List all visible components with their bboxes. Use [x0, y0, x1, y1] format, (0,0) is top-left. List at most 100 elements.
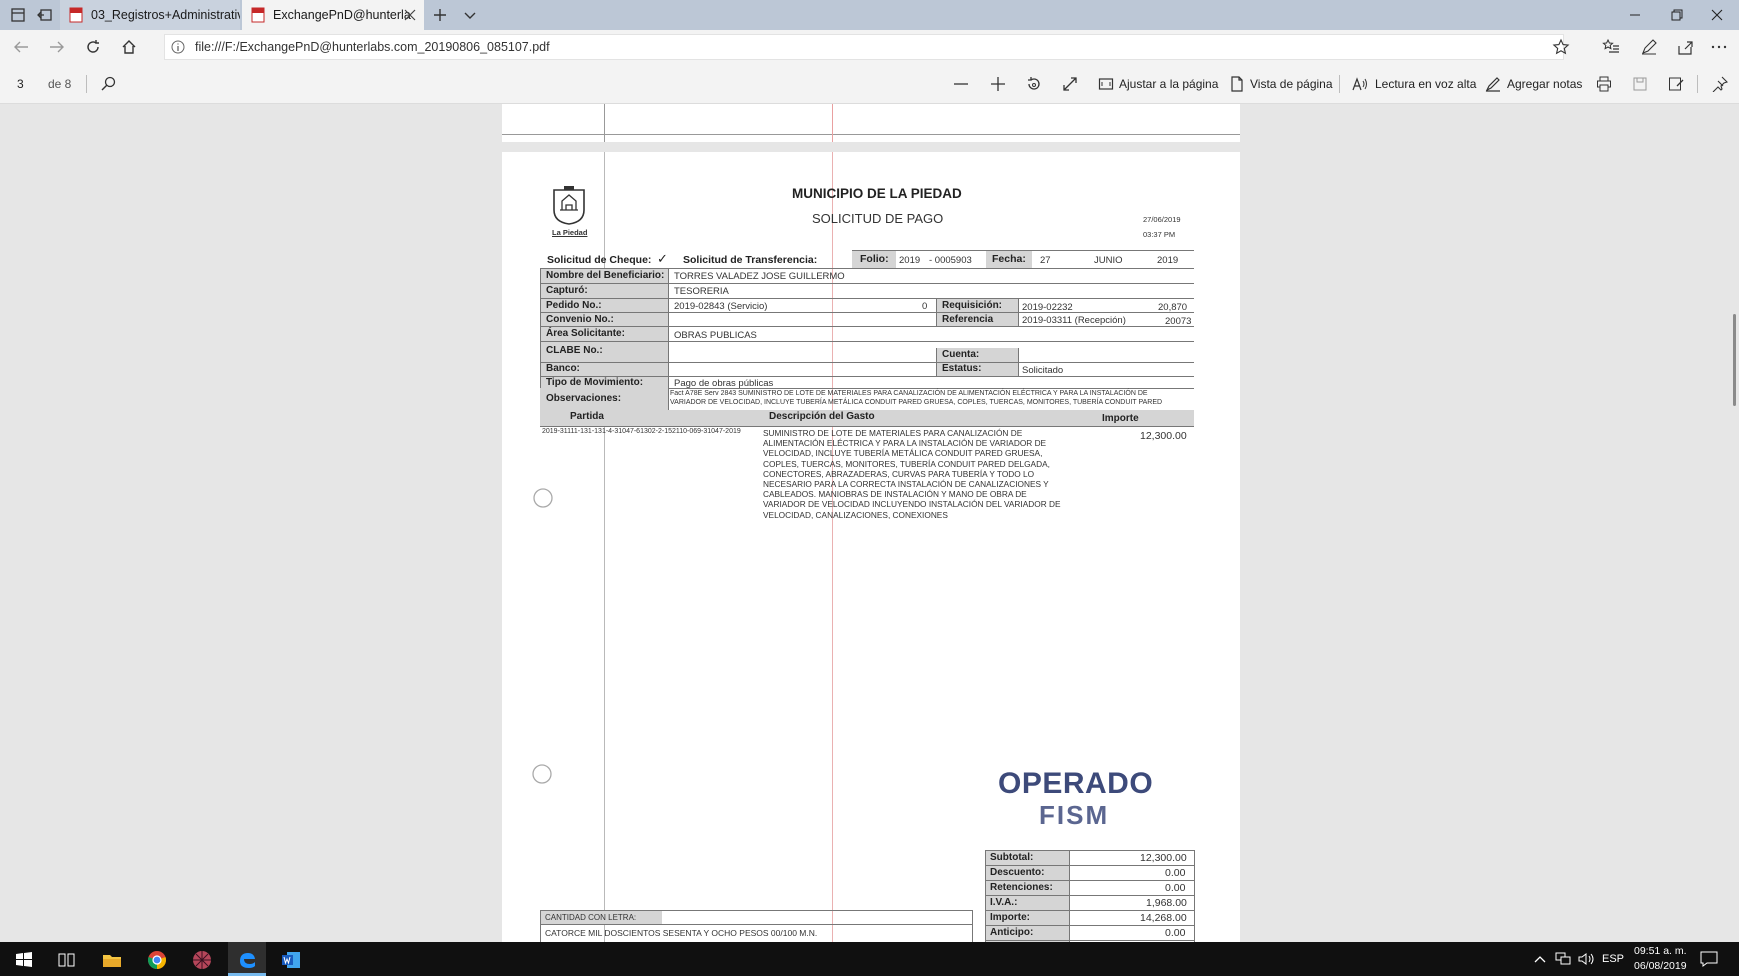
edge-icon[interactable] — [237, 950, 257, 970]
title-bar: 03_Registros+Administrativ ExchangePnD@h… — [0, 0, 1739, 30]
zoom-in-icon[interactable] — [990, 76, 1006, 92]
tab-actions-icon[interactable] — [10, 7, 26, 23]
app-ball-icon[interactable] — [192, 950, 212, 970]
toolbar-divider — [86, 75, 87, 93]
language-indicator[interactable]: ESP — [1602, 953, 1624, 965]
fit-page-icon[interactable] — [1098, 76, 1114, 92]
rule — [540, 268, 1194, 269]
rule — [540, 312, 1194, 313]
rule — [852, 250, 1194, 251]
volume-icon[interactable] — [1578, 952, 1596, 966]
pen-notes-icon[interactable] — [1640, 38, 1658, 56]
clabe-label: CLABE No.: — [546, 345, 603, 356]
estatus-value: Solicitado — [1022, 365, 1064, 376]
refresh-icon[interactable] — [84, 38, 102, 56]
task-view-icon[interactable] — [57, 950, 77, 970]
print-icon[interactable] — [1596, 76, 1612, 92]
minimize-icon[interactable] — [1612, 0, 1658, 30]
read-aloud-button[interactable]: Lectura en voz alta — [1375, 64, 1476, 104]
save-as-icon[interactable] — [1668, 76, 1684, 92]
observaciones-line: Fact A78E Serv 2843 SUMINISTRO DE LOTE D… — [670, 390, 1148, 397]
save-icon[interactable] — [1632, 76, 1648, 92]
descripcion-line: NECESARIO PARA LA CORRECTA INSTALACIÓN D… — [763, 479, 1049, 490]
pdf-toolbar: 3 de 8 Ajustar a la página Vista de pági… — [0, 64, 1739, 104]
word-icon[interactable] — [281, 950, 301, 970]
vertical-scrollbar[interactable] — [1733, 314, 1736, 406]
info-icon[interactable] — [170, 39, 186, 55]
fecha-month: JUNIO — [1094, 255, 1123, 266]
fecha-day: 27 — [1040, 255, 1051, 266]
pdf-icon — [69, 7, 83, 23]
cuenta-label: Cuenta: — [942, 349, 980, 360]
scan-line — [604, 104, 605, 142]
show-hidden-icons-chevron-icon[interactable] — [1534, 954, 1546, 964]
descripcion-line: VARIADOR DE VELOCIDAD INCLUYENDO INSTALA… — [763, 499, 1061, 510]
read-aloud-icon[interactable] — [1352, 76, 1368, 92]
full-screen-icon[interactable] — [1062, 76, 1078, 92]
rule — [540, 283, 1194, 284]
iva-label: I.V.A.: — [990, 897, 1018, 908]
anticipo-value: 0.00 — [1165, 927, 1186, 939]
rule — [1018, 348, 1019, 376]
tab-registros[interactable]: 03_Registros+Administrativ — [60, 0, 240, 30]
cantidad-value: CATORCE MIL DOSCIENTOS SESENTA Y OCHO PE… — [545, 928, 818, 938]
forward-arrow-icon[interactable] — [48, 38, 66, 56]
col-descripcion: Descripción del Gasto — [769, 411, 875, 422]
tab-exchangepnd[interactable]: ExchangePnD@hunterla — [242, 0, 424, 30]
notifications-icon[interactable] — [1700, 951, 1718, 967]
zoom-out-icon[interactable] — [953, 76, 969, 92]
favorite-star-icon[interactable] — [1552, 38, 1570, 56]
add-notes-icon[interactable] — [1485, 76, 1501, 92]
chrome-icon[interactable] — [147, 950, 167, 970]
home-icon[interactable] — [120, 38, 138, 56]
favorites-hub-icon[interactable] — [1602, 38, 1620, 56]
close-window-icon[interactable] — [1694, 0, 1739, 30]
clock-date[interactable]: 06/08/2019 — [1634, 960, 1687, 972]
pdf-page: La Piedad MUNICIPIO DE LA PIEDAD SOLICIT… — [502, 152, 1240, 942]
rule — [540, 326, 1194, 327]
punch-hole — [533, 488, 553, 508]
rule — [985, 865, 1194, 866]
descripcion-line: CONECTORES, ABRAZADERAS, CURVAS PARA TUB… — [763, 468, 1035, 479]
rule — [936, 348, 937, 376]
file-explorer-icon[interactable] — [102, 950, 122, 970]
tab-label: ExchangePnD@hunterla — [273, 8, 411, 22]
folio-label: Folio: — [860, 253, 889, 265]
network-icon[interactable] — [1555, 952, 1571, 966]
new-tab-icon[interactable] — [432, 7, 448, 23]
rule — [985, 895, 1194, 896]
clock-time[interactable]: 09:51 a. m. — [1634, 945, 1687, 957]
more-options-icon[interactable] — [1710, 38, 1728, 56]
punch-hole — [532, 764, 552, 784]
page-view-icon[interactable] — [1229, 76, 1245, 92]
descuento-label: Descuento: — [990, 867, 1045, 878]
descripcion-line: VELOCIDAD, INCLUYE TUBERÍA METÁLICA COND… — [763, 448, 1043, 459]
back-arrow-icon[interactable] — [12, 38, 30, 56]
search-icon[interactable] — [100, 76, 116, 92]
operado-stamp: OPERADO — [998, 767, 1154, 800]
rotate-icon[interactable] — [1026, 76, 1042, 92]
requisicion-number: 20,870 — [1158, 302, 1188, 313]
pin-toolbar-icon[interactable] — [1712, 76, 1728, 92]
rule — [985, 850, 986, 942]
beneficiario-value: TORRES VALADEZ JOSE GUILLERMO — [674, 271, 845, 282]
add-notes-button[interactable]: Agregar notas — [1507, 64, 1582, 104]
col-partida: Partida — [570, 411, 604, 422]
capturo-value: TESORERIA — [674, 286, 729, 297]
share-icon[interactable] — [1676, 38, 1694, 56]
rule — [972, 910, 973, 942]
area-value: OBRAS PUBLICAS — [674, 330, 757, 341]
fit-page-button[interactable]: Ajustar a la página — [1119, 64, 1218, 104]
rule — [1018, 298, 1019, 326]
descripcion-block: SUMINISTRO DE LOTE DE MATERIALES PARA CA… — [763, 428, 1061, 520]
close-tab-icon[interactable] — [404, 9, 416, 21]
windows-start-icon[interactable] — [14, 950, 34, 970]
convenio-label: Convenio No.: — [546, 314, 614, 325]
tab-preview-chevron-icon[interactable] — [462, 7, 478, 23]
set-aside-tabs-icon[interactable] — [37, 7, 53, 23]
page-number-input[interactable]: 3 — [17, 64, 24, 104]
rule — [985, 910, 1194, 911]
pdf-viewer[interactable]: La Piedad MUNICIPIO DE LA PIEDAD SOLICIT… — [0, 104, 1739, 942]
capturo-label: Capturó: — [546, 285, 588, 296]
page-view-button[interactable]: Vista de página — [1250, 64, 1333, 104]
